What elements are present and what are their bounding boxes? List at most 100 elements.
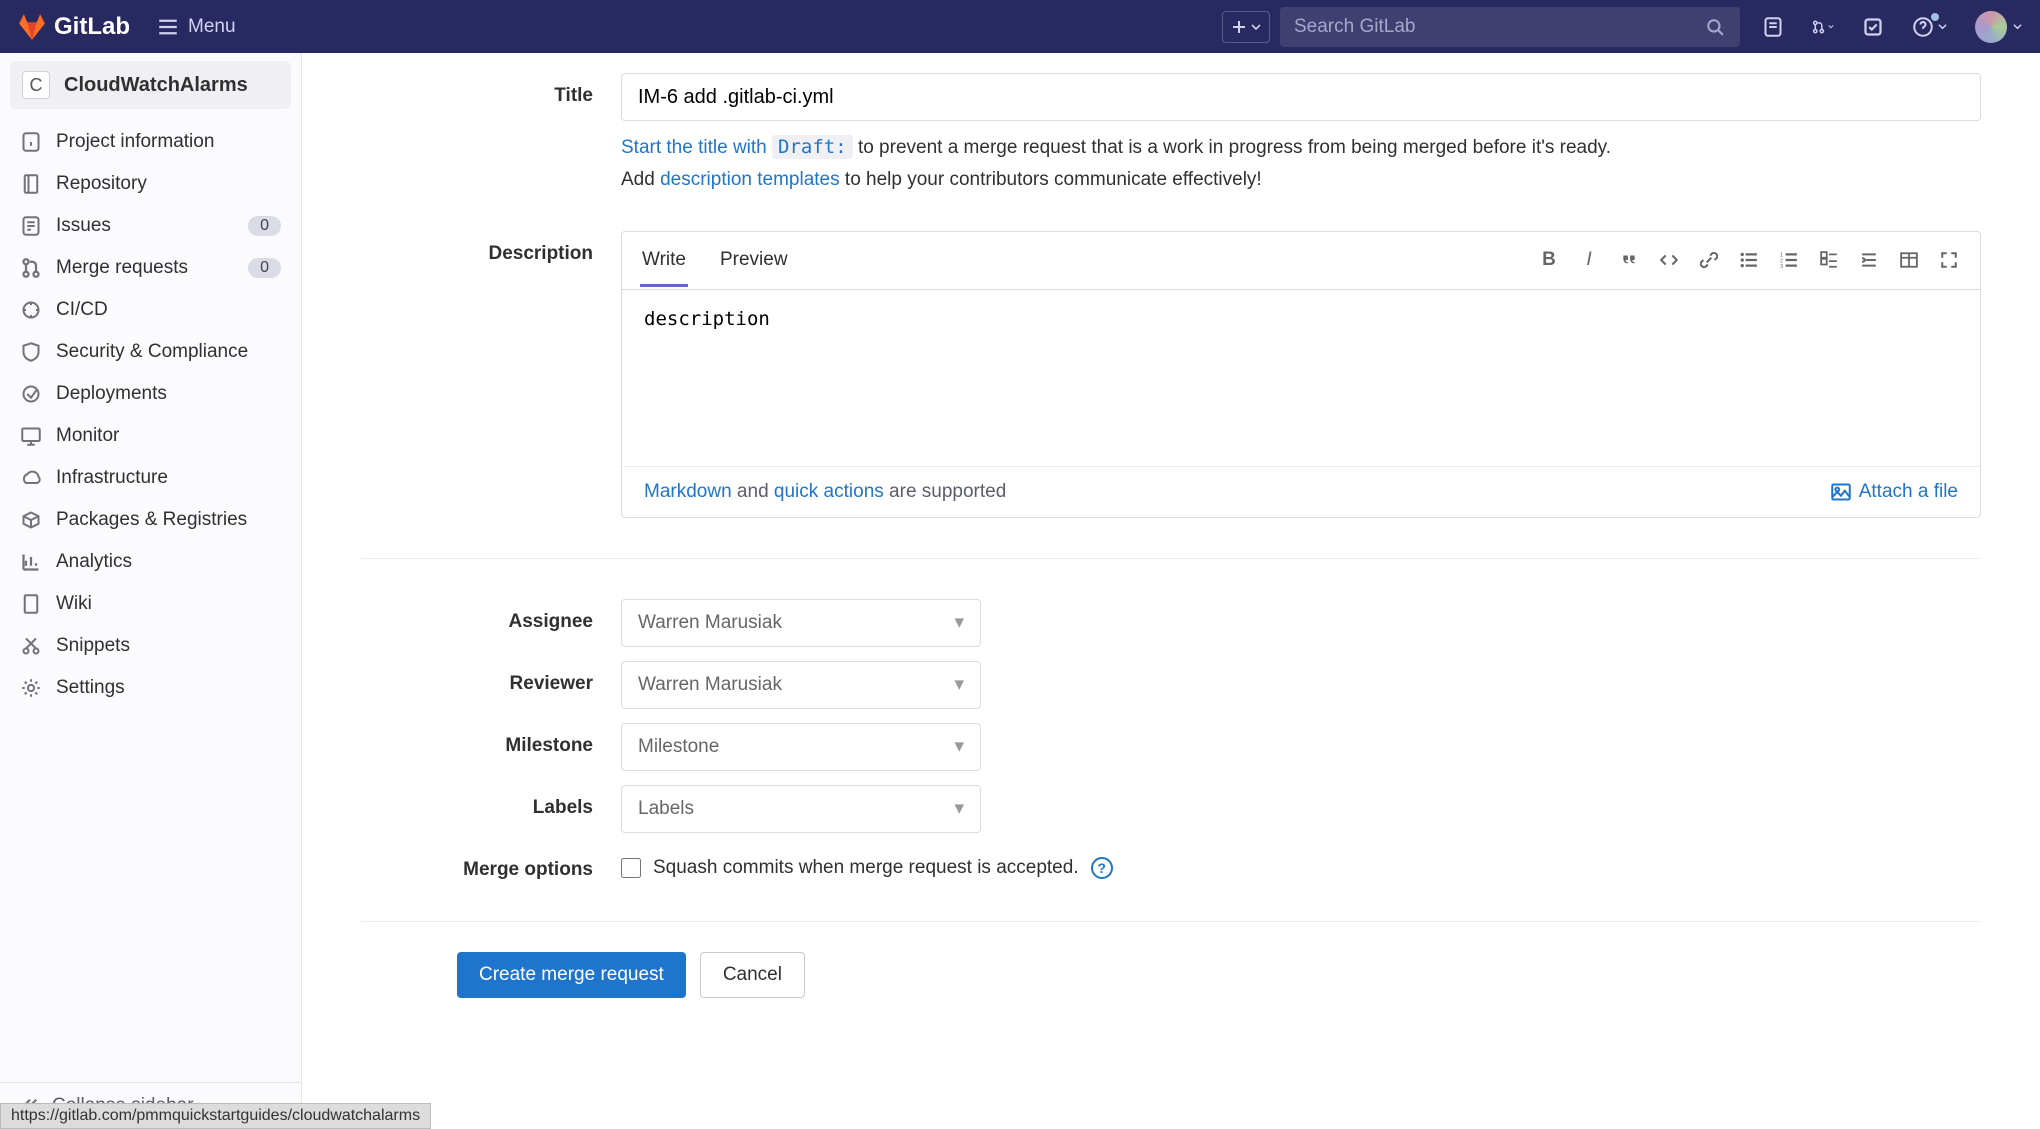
reviewer-select[interactable]: Warren Marusiak▾	[621, 661, 981, 709]
sidebar-item-label: Merge requests	[56, 257, 188, 279]
sidebar-item-label: Monitor	[56, 425, 119, 447]
sidebar-item-repository[interactable]: Repository	[0, 163, 301, 205]
package-icon	[20, 509, 42, 531]
help-icon[interactable]: ?	[1091, 857, 1113, 879]
labels-select[interactable]: Labels▾	[621, 785, 981, 833]
sidebar-item-ci-cd[interactable]: CI/CD	[0, 289, 301, 331]
cancel-button[interactable]: Cancel	[700, 952, 805, 998]
brand-text: GitLab	[54, 13, 130, 41]
task-list-icon[interactable]	[1816, 247, 1842, 273]
sidebar-item-analytics[interactable]: Analytics	[0, 541, 301, 583]
analytics-icon	[20, 551, 42, 573]
chevron-down-icon: ▾	[954, 673, 964, 696]
svg-text:3: 3	[1780, 264, 1783, 269]
table-icon[interactable]	[1896, 247, 1922, 273]
todos-icon[interactable]	[1862, 16, 1884, 38]
sidebar-item-issues[interactable]: Issues0	[0, 205, 301, 247]
sidebar-item-label: Project information	[56, 131, 214, 153]
squash-checkbox[interactable]	[621, 858, 641, 878]
cicd-icon	[20, 299, 42, 321]
sidebar-item-settings[interactable]: Settings	[0, 667, 301, 709]
sidebar-item-monitor[interactable]: Monitor	[0, 415, 301, 457]
status-url: https://gitlab.com/pmmquickstartguides/c…	[11, 1107, 420, 1125]
chevron-down-icon: ▾	[954, 735, 964, 758]
quick-actions-link[interactable]: quick actions	[774, 481, 884, 502]
merge-options-label: Merge options	[361, 847, 621, 881]
sidebar-item-deployments[interactable]: Deployments	[0, 373, 301, 415]
sidebar-item-project-information[interactable]: Project information	[0, 121, 301, 163]
code-icon[interactable]	[1656, 247, 1682, 273]
new-dropdown[interactable]	[1222, 11, 1270, 43]
sidebar-project-header[interactable]: C CloudWatchAlarms	[10, 61, 291, 109]
indent-icon[interactable]	[1856, 247, 1882, 273]
settings-icon	[20, 677, 42, 699]
chevron-down-icon: ▾	[954, 611, 964, 634]
title-input[interactable]	[621, 73, 1981, 121]
user-menu[interactable]	[1975, 11, 2022, 43]
tab-preview[interactable]: Preview	[718, 233, 790, 287]
deploy-icon	[20, 383, 42, 405]
milestone-label: Milestone	[361, 723, 621, 757]
issues-shortcut-icon[interactable]	[1762, 16, 1784, 38]
create-merge-request-button[interactable]: Create merge request	[457, 952, 686, 998]
tab-write[interactable]: Write	[640, 233, 688, 287]
chevron-down-icon: ▾	[954, 797, 964, 820]
description-label: Description	[361, 231, 621, 265]
draft-hint-link[interactable]: Start the title with Draft:	[621, 137, 853, 158]
infra-icon	[20, 467, 42, 489]
project-name: CloudWatchAlarms	[64, 74, 248, 97]
search-input[interactable]	[1294, 16, 1704, 38]
chevron-down-icon	[1938, 22, 1947, 31]
squash-label: Squash commits when merge request is acc…	[653, 857, 1079, 879]
description-textarea[interactable]	[622, 290, 1980, 460]
sidebar-item-label: Snippets	[56, 635, 130, 657]
italic-icon[interactable]: I	[1576, 247, 1602, 273]
help-dropdown[interactable]	[1912, 16, 1947, 38]
avatar	[1975, 11, 2007, 43]
sidebar-item-label: Deployments	[56, 383, 167, 405]
sidebar-item-packages-registries[interactable]: Packages & Registries	[0, 499, 301, 541]
global-search[interactable]	[1280, 7, 1740, 47]
chevron-down-icon	[2013, 22, 2022, 31]
link-icon[interactable]	[1696, 247, 1722, 273]
merge-requests-shortcut[interactable]	[1812, 16, 1834, 38]
sidebar-item-wiki[interactable]: Wiki	[0, 583, 301, 625]
attach-file[interactable]: Attach a file	[1831, 481, 1958, 503]
sidebar-item-label: Security & Compliance	[56, 341, 248, 363]
fullscreen-icon[interactable]	[1936, 247, 1962, 273]
browser-status-bar: https://gitlab.com/pmmquickstartguides/c…	[0, 1103, 431, 1129]
project-sidebar: C CloudWatchAlarms Project information Re…	[0, 53, 302, 1129]
project-avatar: C	[22, 71, 50, 99]
help-icon	[1912, 16, 1934, 38]
search-icon	[1704, 16, 1726, 38]
top-navigation: GitLab Menu	[0, 0, 2040, 53]
sidebar-item-label: Repository	[56, 173, 147, 195]
sidebar-item-label: Wiki	[56, 593, 92, 615]
sidebar-item-infrastructure[interactable]: Infrastructure	[0, 457, 301, 499]
sidebar-item-security-compliance[interactable]: Security & Compliance	[0, 331, 301, 373]
bullet-list-icon[interactable]	[1736, 247, 1762, 273]
plus-icon	[1231, 19, 1247, 35]
title-label: Title	[361, 73, 621, 107]
sidebar-badge: 0	[248, 258, 281, 278]
assignee-select[interactable]: Warren Marusiak▾	[621, 599, 981, 647]
sidebar-item-label: CI/CD	[56, 299, 108, 321]
sidebar-item-label: Analytics	[56, 551, 132, 573]
shield-icon	[20, 341, 42, 363]
description-templates-link[interactable]: description templates	[660, 169, 840, 190]
milestone-select[interactable]: Milestone▾	[621, 723, 981, 771]
sidebar-item-snippets[interactable]: Snippets	[0, 625, 301, 667]
bold-icon[interactable]: B	[1536, 247, 1562, 273]
sidebar-item-label: Packages & Registries	[56, 509, 247, 531]
numbered-list-icon[interactable]: 123	[1776, 247, 1802, 273]
quote-icon[interactable]	[1616, 247, 1642, 273]
sidebar-item-merge-requests[interactable]: Merge requests 0	[0, 247, 301, 289]
wiki-icon	[20, 593, 42, 615]
tanuki-icon	[18, 13, 46, 41]
markdown-link[interactable]: Markdown	[644, 481, 732, 502]
menu-button[interactable]: Menu	[158, 16, 236, 38]
menu-label: Menu	[188, 16, 236, 38]
gitlab-logo[interactable]: GitLab	[18, 13, 130, 41]
info-icon	[20, 131, 42, 153]
hamburger-icon	[158, 17, 178, 37]
